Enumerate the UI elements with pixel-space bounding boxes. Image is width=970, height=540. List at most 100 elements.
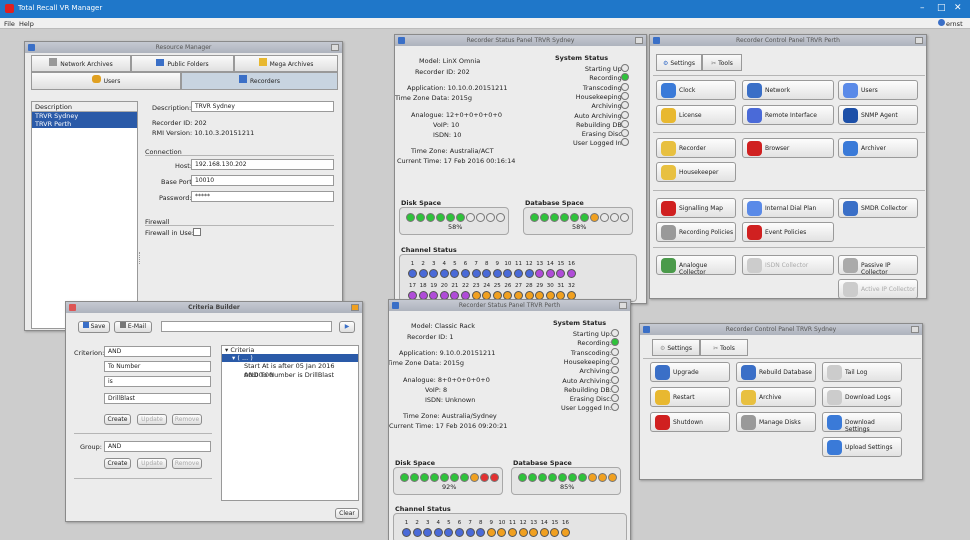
upload-settings-icon: [827, 440, 842, 455]
tab-public-folders[interactable]: Public Folders: [131, 55, 234, 72]
port-field[interactable]: 10010: [191, 175, 334, 186]
cp-perth-button-smdr-collector[interactable]: SMDR Collector: [838, 198, 918, 218]
cp-perth-button-recording-policies[interactable]: Recording Policies: [656, 222, 736, 242]
cp-perth-button-browser[interactable]: Browser: [742, 138, 834, 158]
tree-leaf[interactable]: Start At is after 05 Jan 2016 00:00:00: [222, 362, 358, 379]
criteria-builder-titlebar[interactable]: Criteria Builder: [66, 302, 362, 313]
group-select[interactable]: AND: [104, 441, 211, 452]
minimize-button[interactable]: [351, 304, 359, 311]
cp-sydney-button-download-logs[interactable]: Download Logs: [822, 387, 902, 407]
cp-perth-button-housekeeper[interactable]: Housekeeper: [656, 162, 736, 182]
host-field[interactable]: 192.168.130.202: [191, 159, 334, 170]
menu-file[interactable]: File: [4, 20, 15, 28]
cp-perth-button-network[interactable]: Network: [742, 80, 834, 100]
tab-network-archives[interactable]: Network Archives: [31, 55, 131, 72]
cp-perth-button-event-policies[interactable]: Event Policies: [742, 222, 834, 242]
cp-perth-button-passive-ip-collector[interactable]: Passive IP Collector: [838, 255, 918, 276]
criteria-name-field[interactable]: [161, 321, 332, 332]
resource-manager-titlebar[interactable]: Resource Manager: [25, 42, 342, 53]
description-field[interactable]: TRVR Sydney: [191, 101, 334, 112]
cp-sydney-button-archive[interactable]: Archive: [736, 387, 816, 407]
cp-sydney-button-rebuild-database[interactable]: Rebuild Database: [736, 362, 816, 382]
list-item[interactable]: TRVR Sydney: [32, 112, 137, 120]
channel-number: 27: [515, 283, 522, 289]
tab-settings[interactable]: ⚙ Settings: [656, 54, 702, 71]
close-button[interactable]: ✕: [954, 3, 962, 13]
minimize-button[interactable]: –: [920, 3, 925, 13]
gauge-segment-icon: [476, 213, 485, 222]
minimize-button[interactable]: [635, 37, 643, 44]
save-button[interactable]: Save: [78, 321, 110, 333]
channel-number: 3: [431, 261, 436, 267]
recorder-list[interactable]: Description TRVR Sydney TRVR Perth: [31, 101, 138, 329]
clear-button[interactable]: Clear: [335, 508, 359, 519]
channel-indicator-icon: [455, 528, 464, 537]
tab-recorders[interactable]: Recorders: [181, 72, 338, 90]
channel-indicator-icon: [518, 528, 528, 537]
disk-space-percent: 92%: [442, 483, 457, 491]
password-field[interactable]: *****: [191, 191, 334, 202]
cp-perth-button-license[interactable]: License: [656, 105, 736, 125]
criterion-select[interactable]: AND: [104, 346, 211, 357]
list-item[interactable]: TRVR Perth: [32, 120, 137, 128]
tab-users[interactable]: Users: [31, 72, 181, 90]
cp-perth-button-recorder[interactable]: Recorder: [656, 138, 736, 158]
cp-sydney-button-upgrade[interactable]: Upgrade: [650, 362, 730, 382]
tab-settings[interactable]: ⚙ Settings: [652, 339, 700, 356]
cp-perth-button-users[interactable]: Users: [838, 80, 918, 100]
cp-sydney-button-upload-settings[interactable]: Upload Settings: [822, 437, 902, 457]
menu-help[interactable]: Help: [19, 20, 34, 28]
field-select[interactable]: To Number: [104, 361, 211, 372]
cp-perth-button-internal-dial-plan[interactable]: Internal Dial Plan: [742, 198, 834, 218]
cp-sydney-button-tail-log[interactable]: Tail Log: [822, 362, 902, 382]
tab-tools[interactable]: ✂ Tools: [702, 54, 742, 71]
create-group-button[interactable]: Create: [104, 458, 131, 469]
remove-criterion-button[interactable]: Remove: [172, 414, 202, 425]
minimize-button[interactable]: [331, 44, 339, 51]
cp-perth-button-isdn-collector[interactable]: ISDN Collector: [742, 255, 834, 275]
cp-perth-button-clock[interactable]: Clock: [656, 80, 736, 100]
cp-perth-button-archiver[interactable]: Archiver: [838, 138, 918, 158]
control-panel-perth-titlebar[interactable]: Recorder Control Panel TRVR Perth: [650, 35, 926, 46]
channel-number: 31: [557, 283, 565, 289]
rmi-version: RMI Version: 10.10.3.20151211: [152, 129, 255, 137]
channel-indicator-icon: [524, 269, 534, 278]
cp-sydney-button-restart[interactable]: Restart: [650, 387, 730, 407]
cp-perth-button-signalling-map[interactable]: Signalling Map: [656, 198, 736, 218]
update-group-button[interactable]: Update: [137, 458, 167, 469]
remove-group-button[interactable]: Remove: [172, 458, 202, 469]
minimize-button[interactable]: [915, 37, 923, 44]
control-panel-sydney-titlebar[interactable]: Recorder Control Panel TRVR Sydney: [640, 324, 922, 335]
firewall-checkbox[interactable]: [193, 228, 201, 236]
minimize-button[interactable]: [619, 302, 627, 309]
cp-sydney-button-shutdown[interactable]: Shutdown: [650, 412, 730, 432]
tab-tools[interactable]: ✂ Tools: [700, 339, 748, 356]
tree-leaf[interactable]: AND To Number is DrillBlast: [222, 371, 358, 380]
disk-space-heading: Disk Space: [401, 199, 442, 207]
operator-select[interactable]: is: [104, 376, 211, 387]
cp-perth-button-snmp-agent[interactable]: SNMP Agent: [838, 105, 918, 125]
cp-perth-button-remote-interface[interactable]: Remote Interface: [742, 105, 834, 125]
maximize-button[interactable]: □: [937, 3, 946, 13]
go-button[interactable]: ▶: [339, 321, 355, 333]
status-panel-perth-titlebar[interactable]: Recorder Status Panel TRVR Perth: [389, 300, 630, 311]
cp-sydney-button-download-settings[interactable]: Download Settings: [822, 412, 902, 433]
email-button[interactable]: E-Mail: [114, 321, 152, 333]
create-criterion-button[interactable]: Create: [104, 414, 131, 425]
update-criterion-button[interactable]: Update: [137, 414, 167, 425]
splitter-handle[interactable]: [139, 252, 143, 264]
cp-perth-button-active-ip-collector[interactable]: Active IP Collector: [838, 279, 918, 298]
tree-group[interactable]: ▾ ( ... ): [222, 354, 358, 362]
status-label: Housekeeping:: [575, 92, 624, 101]
value-field[interactable]: DrillBlast: [104, 393, 211, 404]
status-panel-sydney-titlebar[interactable]: Recorder Status Panel TRVR Sydney: [395, 35, 646, 46]
cp-sydney-button-manage-disks[interactable]: Manage Disks: [736, 412, 816, 432]
criteria-tree[interactable]: ▾ Criteria ▾ ( ... ) Start At is after 0…: [221, 345, 359, 501]
recorder-icon: [661, 141, 676, 156]
users-icon: [91, 75, 101, 83]
tab-mega-archives[interactable]: Mega Archives: [234, 55, 338, 72]
channel-number: 9: [495, 261, 500, 267]
minimize-button[interactable]: [911, 326, 919, 333]
cp-perth-button-analogue-collector[interactable]: Analogue Collector: [656, 255, 736, 276]
tree-root[interactable]: ▾ Criteria: [222, 346, 358, 354]
